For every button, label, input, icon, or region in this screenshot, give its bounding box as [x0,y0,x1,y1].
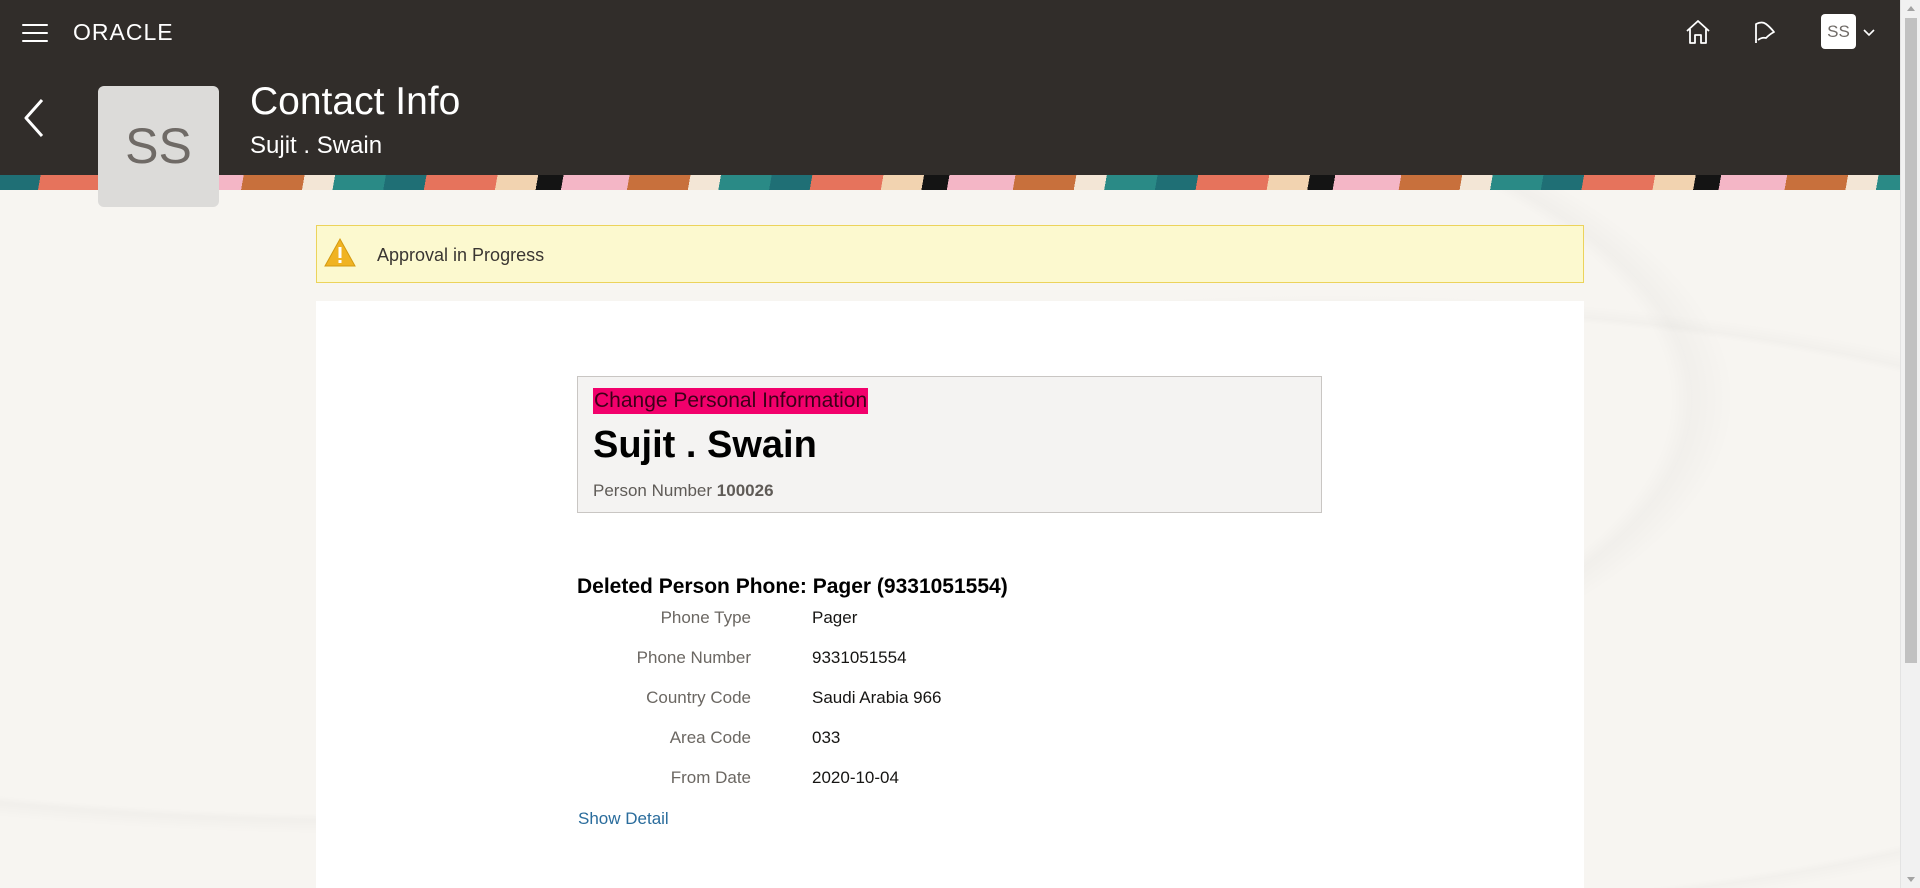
vertical-scrollbar[interactable] [1900,0,1920,888]
main-content-card: Change Personal Information Sujit . Swai… [316,301,1584,888]
field-label: Area Code [669,728,751,747]
notifications-icon[interactable] [1748,16,1780,48]
field-row-country-code: Country Code Saudi Arabia 966 [577,688,1277,712]
top-navigation-bar: ORACLE SS Contact Info Sujit . Swain [0,0,1900,175]
hamburger-menu-icon[interactable] [22,24,48,44]
change-summary-box: Change Personal Information Sujit . Swai… [577,376,1322,513]
scroll-up-arrow-icon[interactable] [1907,6,1915,11]
banner-message: Approval in Progress [377,245,545,265]
field-label: Phone Number [636,648,751,667]
person-number-value: 100026 [716,481,774,500]
scroll-thumb[interactable] [1905,18,1917,663]
field-label: Country Code [646,688,751,707]
field-value: Saudi Arabia 966 [812,688,942,707]
chevron-down-icon[interactable] [1862,25,1876,39]
home-icon[interactable] [1682,16,1714,48]
change-type-tag: Change Personal Information [593,388,869,414]
field-row-phone-number: Phone Number 9331051554 [577,648,1277,672]
person-avatar: SS [98,86,219,207]
field-label: Phone Type [660,608,751,627]
approval-status-banner: Approval in Progress [316,225,1584,283]
show-detail-link[interactable]: Show Detail [578,809,669,829]
section-title: Deleted Person Phone: Pager (9331051554) [577,575,1008,598]
field-value: Pager [812,608,858,627]
field-value: 2020-10-04 [812,768,899,787]
scroll-down-arrow-icon[interactable] [1907,877,1915,882]
decorative-banner-stripe [0,175,1900,190]
oracle-logo[interactable]: ORACLE [73,19,174,46]
back-arrow-icon[interactable] [20,96,50,140]
page-subtitle: Sujit . Swain [250,132,383,159]
field-row-from-date: From Date 2020-10-04 [577,768,1277,792]
user-avatar[interactable]: SS [1821,14,1856,49]
warning-icon [323,236,357,270]
field-row-area-code: Area Code 033 [577,728,1277,752]
field-value: 033 [812,728,841,747]
person-number-label: Person Number [593,481,713,500]
person-number: Person Number 100026 [593,481,774,501]
field-value: 9331051554 [812,648,907,667]
page-title: Contact Info [250,80,461,123]
field-label: From Date [670,768,751,787]
field-row-phone-type: Phone Type Pager [577,608,1277,632]
person-name: Sujit . Swain [593,424,817,466]
